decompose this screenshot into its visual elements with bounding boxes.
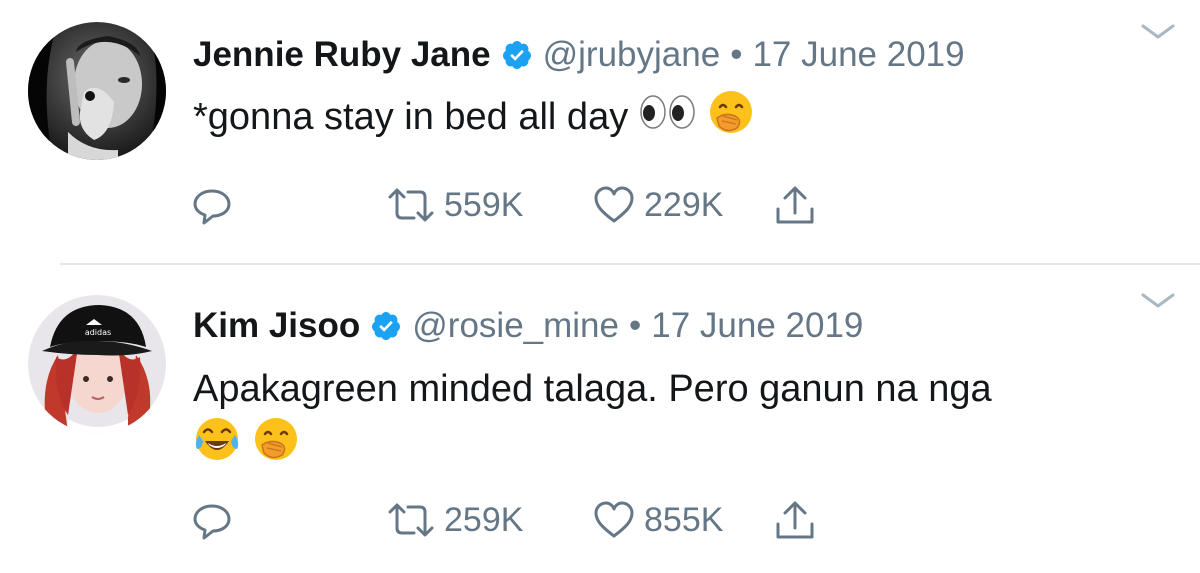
tweet-text-content: *gonna stay in bed all day — [193, 96, 629, 139]
retweet-button[interactable]: 559K — [386, 182, 523, 228]
verified-badge-icon — [501, 39, 533, 71]
tweet-text: Apakagreen minded talaga. Pero ganun na … — [193, 363, 992, 477]
share-icon — [776, 501, 814, 539]
share-button[interactable] — [772, 182, 818, 228]
reply-icon — [193, 504, 231, 540]
display-name[interactable]: Kim Jisoo — [193, 306, 360, 346]
chevron-down-icon[interactable] — [1140, 22, 1176, 42]
avatar[interactable]: adidas — [28, 295, 166, 433]
emoji-row — [193, 415, 300, 477]
tweet-header: Kim Jisoo @rosie_mine • 17 June 2019 — [193, 306, 863, 346]
retweet-count: 559K — [444, 185, 524, 224]
heart-icon — [594, 186, 634, 223]
svg-text:adidas: adidas — [85, 328, 111, 337]
like-button[interactable]: 229K — [592, 182, 723, 228]
face-with-tears-of-joy-emoji-icon — [193, 415, 241, 477]
like-count: 855K — [644, 500, 724, 539]
verified-badge-icon — [370, 310, 402, 342]
tweet[interactable]: Jennie Ruby Jane @jrubyjane • 17 June 20… — [0, 0, 1200, 264]
emoji-row — [639, 88, 756, 150]
face-with-hand-over-mouth-emoji-icon — [707, 88, 755, 150]
heart-icon — [594, 501, 634, 538]
retweet-count: 259K — [444, 500, 524, 539]
face-with-hand-over-mouth-emoji-icon — [252, 415, 300, 477]
share-icon — [776, 186, 814, 224]
timestamp[interactable]: 17 June 2019 — [651, 306, 863, 346]
timestamp[interactable]: 17 June 2019 — [752, 35, 964, 75]
like-count: 229K — [644, 185, 724, 224]
chevron-down-icon[interactable] — [1140, 291, 1176, 311]
reply-icon — [193, 189, 231, 225]
retweet-icon — [388, 188, 434, 222]
avatar[interactable] — [28, 22, 166, 160]
tweet-header: Jennie Ruby Jane @jrubyjane • 17 June 20… — [193, 35, 965, 75]
handle[interactable]: @jrubyjane — [543, 35, 721, 75]
like-button[interactable]: 855K — [592, 497, 723, 543]
retweet-icon — [388, 503, 434, 537]
tweet-text-content: Apakagreen minded talaga. Pero ganun na … — [193, 368, 992, 410]
separator: • — [730, 35, 743, 74]
tweet-text: *gonna stay in bed all day — [193, 88, 755, 150]
share-button[interactable] — [772, 497, 818, 543]
reply-button[interactable] — [190, 182, 234, 228]
tweet-actions: 559K 229K — [190, 182, 840, 228]
eyes-emoji-icon — [639, 92, 697, 146]
tweet[interactable]: adidas Kim Jisoo @rosie_mine • 17 June 2… — [0, 265, 1200, 573]
handle[interactable]: @rosie_mine — [412, 306, 619, 346]
display-name[interactable]: Jennie Ruby Jane — [193, 35, 491, 75]
reply-button[interactable] — [190, 497, 234, 543]
tweet-actions: 259K 855K — [190, 497, 840, 543]
separator: • — [628, 306, 642, 345]
retweet-button[interactable]: 259K — [386, 497, 523, 543]
